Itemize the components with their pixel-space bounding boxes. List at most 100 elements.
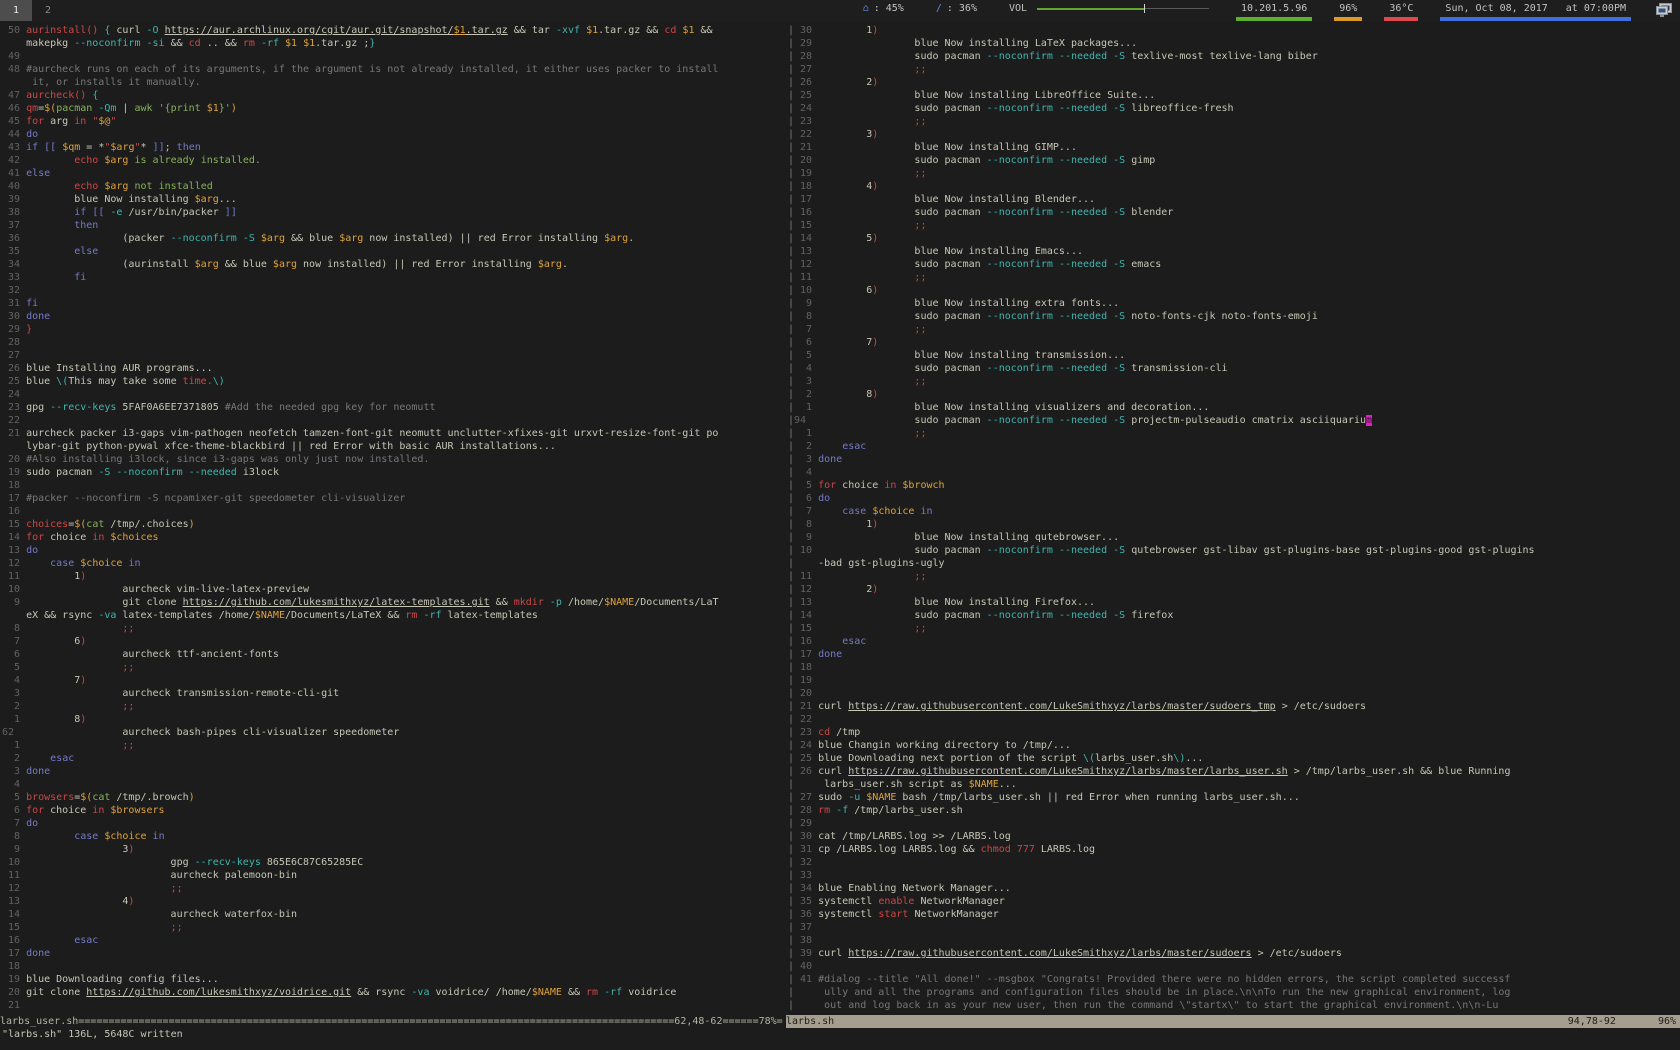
line-number: 39 — [2, 193, 20, 206]
code-text — [812, 960, 1680, 973]
code-text: ;; — [20, 739, 788, 752]
code-text: 6) — [812, 284, 1680, 297]
code-segment: transmission-cli — [1125, 363, 1227, 374]
code-text: aurcheck waterfox-bin — [20, 908, 788, 921]
code-segment: { — [92, 90, 98, 101]
code-text: ;; — [812, 219, 1680, 232]
code-text: sudo -u $NAME bash /tmp/larbs_user.sh ||… — [812, 791, 1680, 804]
left-pane[interactable]: 50aurinstall() { curl -O https://aur.arc… — [0, 24, 788, 1015]
line-number: 8 — [794, 518, 812, 531]
code-segment: $1 — [586, 25, 598, 36]
code-segment: blue Downloading next portion of the scr… — [818, 753, 1083, 764]
line-number: 32 — [794, 856, 812, 869]
code-segment: browsers — [26, 792, 74, 803]
code-text: ;; — [20, 661, 788, 674]
code-segment: 3 — [26, 844, 128, 855]
right-pane[interactable]: |30 1)|29 blue Now installing LaTeX pack… — [788, 24, 1680, 1015]
workspace-1[interactable]: 1 — [0, 0, 32, 21]
line-number: 22 — [2, 414, 20, 427]
code-segment: start — [878, 909, 908, 920]
code-text: aurcheck() { — [20, 89, 788, 102]
code-text: #packer --noconfirm -S ncpamixer-git spe… — [20, 492, 788, 505]
line-number: 4 — [2, 674, 20, 687]
code-text: aurcheck palemoon-bin — [20, 869, 788, 882]
code-segment: --noconfirm — [987, 259, 1053, 270]
code-segment: blue Now installing LibreOffice Suite... — [818, 90, 1155, 101]
code-text: rm -f /tmp/larbs_user.sh — [812, 804, 1680, 817]
code-segment: && — [165, 38, 189, 49]
code-segment: makepkg — [26, 38, 74, 49]
tray-monitor-icon[interactable] — [1656, 3, 1672, 18]
code-segment: $arg — [195, 259, 219, 270]
code-line: 29} — [2, 323, 788, 336]
code-segment: && — [694, 25, 712, 36]
code-line: |30cat /tmp/LARBS.log >> /LARBS.log — [788, 830, 1680, 843]
code-segment — [26, 831, 74, 842]
code-segment: rm — [818, 805, 830, 816]
code-segment: --noconfirm — [987, 610, 1053, 621]
code-segment: -S — [1113, 155, 1125, 166]
code-text: ;; — [812, 167, 1680, 180]
code-line: 4 7) — [2, 674, 788, 687]
code-segment: ) — [189, 792, 195, 803]
line-number: 20 — [2, 986, 20, 999]
line-number: 7 — [2, 635, 20, 648]
code-segment: ;; — [171, 922, 183, 933]
code-line: |28 sudo pacman --noconfirm --needed -S … — [788, 50, 1680, 63]
code-segment: do — [818, 493, 830, 504]
code-line: 7 6) — [2, 635, 788, 648]
code-segment: /tmp/.choices — [104, 519, 188, 530]
line-number — [794, 999, 812, 1012]
line-number: 22 — [794, 713, 812, 726]
code-text: ;; — [812, 63, 1680, 76]
line-number: 23 — [794, 115, 812, 128]
line-number: 26 — [2, 362, 20, 375]
code-segment: in — [74, 116, 86, 127]
line-number: 2 — [794, 440, 812, 453]
workspace-2[interactable]: 2 — [32, 0, 64, 21]
code-text: 1) — [812, 24, 1680, 37]
line-number: 3 — [794, 453, 812, 466]
code-line: |11 ;; — [788, 271, 1680, 284]
code-text: out and log back in as your new user, th… — [812, 999, 1680, 1012]
line-number — [794, 557, 812, 570]
line-number: 11 — [2, 570, 20, 583]
code-segment: sudo pacman — [818, 610, 987, 621]
code-text: for choice in $browch — [812, 479, 1680, 492]
code-segment: https://raw.githubusercontent.com/LukeSm… — [848, 948, 1251, 959]
code-text: (packer --noconfirm -S $arg && blue $arg… — [20, 232, 788, 245]
code-segment: is already installed. — [134, 155, 260, 166]
code-segment: -S — [1113, 207, 1125, 218]
code-segment: sudo pacman — [818, 259, 987, 270]
code-segment: && — [562, 987, 586, 998]
code-segment: blue Now installing — [26, 194, 195, 205]
code-segment: pacman — [56, 103, 92, 114]
code-segment: blue Now installing qutebrowser... — [818, 532, 1119, 543]
code-segment: in — [128, 558, 140, 569]
code-segment: .tar.gz — [466, 25, 508, 36]
code-text: if [[ -e /usr/bin/packer ]] — [20, 206, 788, 219]
root-usage-value: : 36% — [947, 3, 977, 14]
line-number: 17 — [2, 492, 20, 505]
code-segment: cat /tmp/LARBS.log >> /LARBS.log — [818, 831, 1011, 842]
code-segment: in — [92, 532, 104, 543]
volume-slider[interactable] — [1037, 0, 1209, 17]
line-number: 14 — [2, 531, 20, 544]
code-text: sudo pacman --noconfirm --needed -S blen… — [812, 206, 1680, 219]
code-segment: 4 — [26, 896, 128, 907]
code-line: |17 blue Now installing Blender... — [788, 193, 1680, 206]
code-segment: blue Now installing Blender... — [818, 194, 1095, 205]
code-segment — [26, 272, 74, 283]
code-text: ;; — [20, 921, 788, 934]
code-text: fi — [20, 297, 788, 310]
code-segment: systemctl — [818, 909, 878, 920]
line-number: 50 — [2, 24, 20, 37]
code-segment: 3 — [818, 129, 872, 140]
code-text: gpg --recv-keys 5FAF0A6EE7371805 #Add th… — [20, 401, 788, 414]
code-segment — [26, 753, 50, 764]
code-segment — [818, 376, 914, 387]
code-segment: ;; — [122, 662, 134, 673]
line-number: 7 — [794, 505, 812, 518]
code-line: 12 ;; — [2, 882, 788, 895]
home-usage-value: : 45% — [874, 3, 904, 14]
